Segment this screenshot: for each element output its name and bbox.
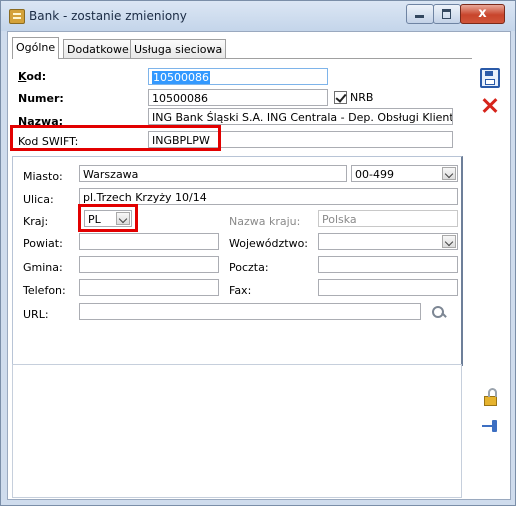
telefon-label: Telefon: <box>23 284 66 297</box>
poczta-input[interactable] <box>318 256 458 273</box>
miasto-label: Miasto: <box>23 170 63 183</box>
gmina-label: Gmina: <box>23 261 63 274</box>
kod-input[interactable]: 10500086 <box>148 68 328 85</box>
fax-input[interactable] <box>318 279 458 296</box>
kod-label: Kod: <box>18 70 47 83</box>
chevron-down-icon[interactable] <box>442 167 456 180</box>
nrb-label: NRB <box>350 91 374 104</box>
poczta-label: Poczta: <box>229 261 269 274</box>
window-title: Bank - zostanie zmieniony <box>29 9 187 23</box>
url-search-icon[interactable] <box>427 303 449 320</box>
wojewodztwo-label: Województwo: <box>229 237 309 250</box>
address-panel: Miasto: Warszawa 00-499 Ulica: pl.Trzech… <box>12 156 463 366</box>
chevron-down-icon[interactable] <box>442 235 456 248</box>
url-label: URL: <box>23 308 49 321</box>
nazwa-kraju-input: Polska <box>318 210 458 227</box>
maximize-button[interactable] <box>433 4 461 24</box>
ulica-input[interactable]: pl.Trzech Krzyży 10/14 <box>79 188 458 205</box>
wojewodztwo-select[interactable] <box>318 233 458 250</box>
postal-code-select[interactable]: 00-499 <box>351 165 458 182</box>
nazwa-input[interactable]: ING Bank Śląski S.A. ING Centrala - Dep.… <box>148 108 453 125</box>
url-input[interactable] <box>79 303 421 320</box>
pin-icon[interactable] <box>480 416 500 436</box>
save-icon[interactable] <box>480 68 500 88</box>
tab-ogolne[interactable]: Ogólne <box>12 37 60 59</box>
title-bar[interactable]: Bank - zostanie zmieniony x <box>1 1 515 31</box>
numer-input[interactable]: 10500086 <box>148 89 328 106</box>
cancel-icon[interactable] <box>480 96 500 116</box>
close-button[interactable]: x <box>460 4 505 24</box>
numer-label: Numer: <box>18 92 64 105</box>
lower-panel <box>12 364 462 498</box>
powiat-label: Powiat: <box>23 237 63 250</box>
nazwa-kraju-label: Nazwa kraju: <box>229 215 301 228</box>
telefon-input[interactable] <box>79 279 219 296</box>
ulica-label: Ulica: <box>23 193 54 206</box>
powiat-input[interactable] <box>79 233 219 250</box>
nrb-checkbox[interactable] <box>334 91 347 104</box>
swift-highlight <box>10 125 221 151</box>
tab-dodatkowe[interactable]: Dodatkowe <box>63 39 133 59</box>
bank-window: Bank - zostanie zmieniony x Ogólne Dodat… <box>0 0 516 506</box>
kraj-highlight <box>78 204 138 232</box>
gmina-input[interactable] <box>79 256 219 273</box>
tab-usluga-sieciowa[interactable]: Usługa sieciowa <box>130 39 227 59</box>
fax-label: Fax: <box>229 284 252 297</box>
kraj-label: Kraj: <box>23 215 49 228</box>
dialog-client: Ogólne Dodatkowe Usługa sieciowa Kod: 10… <box>7 31 511 500</box>
lock-icon[interactable] <box>480 387 500 407</box>
minimize-button[interactable] <box>406 4 434 24</box>
miasto-input[interactable]: Warszawa <box>79 165 347 182</box>
close-icon: x <box>478 6 487 21</box>
app-icon <box>9 9 25 24</box>
tab-strip-border <box>12 58 472 59</box>
